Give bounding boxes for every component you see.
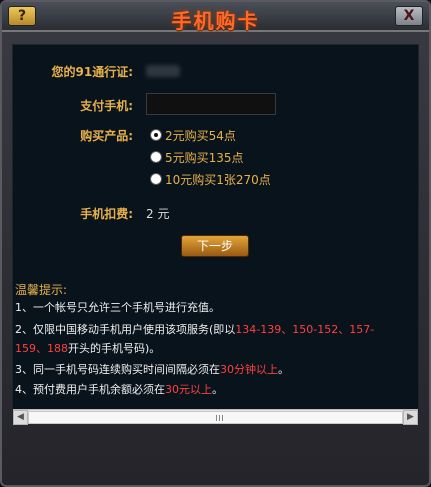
scrollbar-thumb[interactable] bbox=[28, 411, 403, 424]
tip-line-4-suffix: 。 bbox=[212, 383, 223, 396]
arrow-right-icon[interactable]: ▶ bbox=[403, 410, 418, 425]
product-option-3[interactable]: 10元购买1张270点 bbox=[165, 171, 271, 188]
grip-icon bbox=[216, 415, 217, 421]
tip-line-2-ranges-1: 134-139、150-152、157- bbox=[235, 323, 375, 336]
dialog-title: 手机购卡 bbox=[171, 9, 260, 33]
fee-value: 2 元 bbox=[146, 207, 170, 221]
title-bar: ? 手机购卡 X bbox=[2, 2, 429, 33]
arrow-left-icon[interactable]: ◀ bbox=[13, 410, 28, 425]
fee-label: 手机扣费: bbox=[80, 207, 133, 221]
phone-label: 支付手机: bbox=[80, 99, 133, 113]
tip-line-2-prefix: 2、仅限中国移动手机用户使用该项服务(即以 bbox=[15, 323, 236, 336]
phone-input[interactable] bbox=[146, 93, 276, 115]
content-panel: 您的91通行证: 支付手机: 购买产品: 2元购买54点 5元购买135点 10… bbox=[12, 44, 419, 425]
account-value-blurred bbox=[146, 65, 180, 77]
tip-line-2-ranges-2: 159、188 bbox=[15, 342, 68, 355]
tip-line-3: 3、同一手机号码连续购买时间间隔必须在30分钟以上。 bbox=[15, 361, 289, 377]
product-option-1[interactable]: 2元购买54点 bbox=[165, 127, 236, 144]
tip-line-3-prefix: 3、同一手机号码连续购买时间间隔必须在 bbox=[15, 363, 220, 376]
tip-line-4-prefix: 4、预付费用户手机余额必须在 bbox=[15, 383, 165, 396]
tip-line-3-highlight: 30分钟以上 bbox=[220, 363, 278, 376]
tips-title: 温馨提示: bbox=[15, 283, 68, 297]
product-radio-1[interactable] bbox=[150, 129, 162, 141]
account-label: 您的91通行证: bbox=[51, 65, 134, 79]
product-radio-2[interactable] bbox=[150, 151, 162, 163]
tip-line-4: 4、预付费用户手机余额必须在30元以上。 bbox=[15, 381, 223, 397]
tip-line-1: 1、一个帐号只允许三个手机号进行充值。 bbox=[15, 301, 220, 314]
product-option-2[interactable]: 5元购买135点 bbox=[165, 149, 244, 166]
dialog-window: ? 手机购卡 X 您的91通行证: 支付手机: 购买产品: 2元购买54点 5元… bbox=[0, 0, 431, 487]
tip-line-2: 2、仅限中国移动手机用户使用该项服务(即以134-139、150-152、157… bbox=[15, 321, 374, 337]
tip-line-2-suffix: 开头的手机号码)。 bbox=[68, 342, 161, 355]
horizontal-scrollbar[interactable]: ◀ ▶ bbox=[13, 409, 418, 425]
product-radio-3[interactable] bbox=[150, 173, 162, 185]
next-button[interactable]: 下一步 bbox=[181, 235, 249, 257]
tip-line-4-highlight: 30元以上 bbox=[165, 383, 212, 396]
tip-line-3-suffix: 。 bbox=[278, 363, 289, 376]
product-label: 购买产品: bbox=[80, 129, 133, 143]
close-button[interactable]: X bbox=[395, 6, 423, 26]
tip-line-2b: 159、188开头的手机号码)。 bbox=[15, 340, 160, 356]
